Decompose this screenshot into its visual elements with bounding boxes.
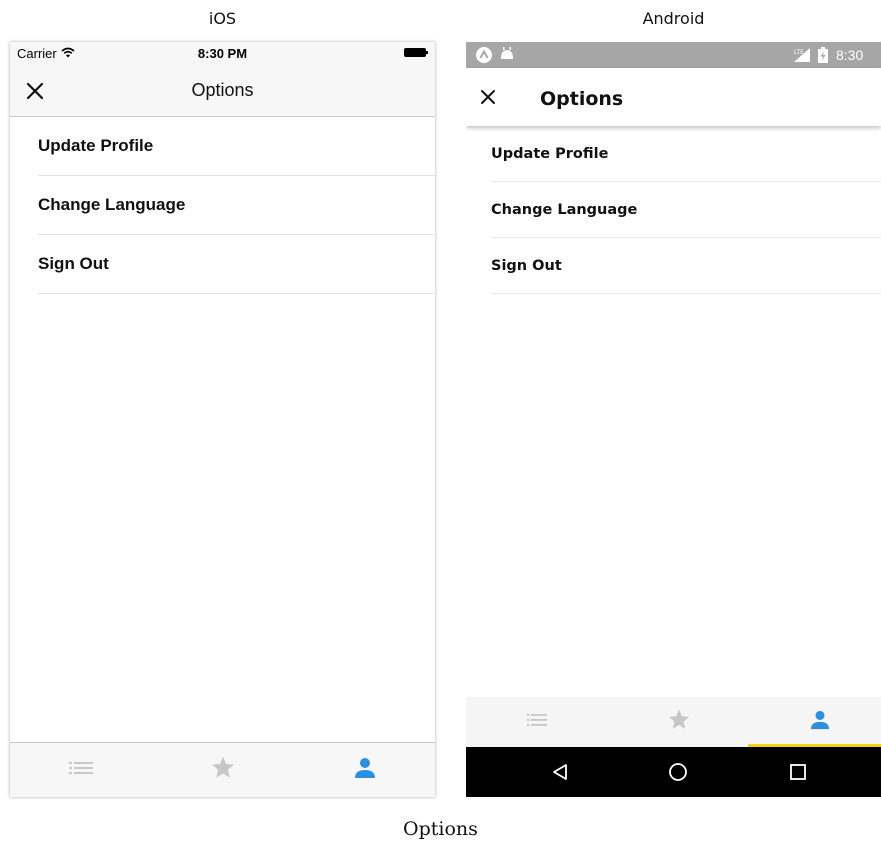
list-icon [527,713,547,732]
android-screen: LTE 8:30 Options Update Profile Change L… [466,42,881,797]
tab-profile[interactable] [294,743,435,797]
status-time: 8:30 [836,47,864,63]
list-icon [68,760,93,781]
ios-navigation-bar: Carrier 8:30 PM Options [10,42,435,117]
option-label: Update Profile [38,136,154,155]
person-icon [354,757,376,784]
android-app-bar: Options [466,68,881,126]
status-time: 8:30 PM [197,46,248,61]
options-list: Update Profile Change Language Sign Out [10,117,435,294]
ios-label: iOS [208,9,237,28]
option-sign-out[interactable]: Sign Out [491,238,881,294]
tab-profile[interactable] [751,697,881,747]
battery-charging-icon [818,47,828,68]
ios-screen: Carrier 8:30 PM Options Update Profile C… [10,42,435,797]
page-title: Options [540,88,624,110]
close-icon[interactable] [480,89,496,105]
android-debug-icon [500,47,514,66]
svg-text:LTE: LTE [794,49,804,56]
person-icon [810,710,830,735]
home-icon[interactable] [648,747,708,797]
page: iOS Android Carrier 8:30 PM Options Upda… [0,0,881,848]
android-label: Android [642,9,705,28]
app-notification-icon [476,47,492,68]
battery-icon [404,48,428,57]
tab-favorites[interactable] [152,743,293,797]
tab-list[interactable] [10,743,151,797]
option-label: Change Language [38,195,186,214]
android-status-bar: LTE 8:30 [466,42,881,68]
android-tab-bar [466,697,881,747]
option-label: Sign Out [491,258,562,274]
options-list: Update Profile Change Language Sign Out [466,126,881,294]
star-icon [210,755,236,785]
option-change-language[interactable]: Change Language [491,182,881,238]
option-change-language[interactable]: Change Language [38,176,435,235]
ios-tab-bar [10,742,435,797]
page-title: Options [191,80,254,100]
option-update-profile[interactable]: Update Profile [491,126,881,182]
star-icon [667,708,691,736]
android-navigation-bar [466,747,881,797]
ios-status-bar: Carrier 8:30 PM [10,42,435,64]
back-icon[interactable] [530,747,590,797]
option-label: Sign Out [38,254,109,273]
option-update-profile[interactable]: Update Profile [38,117,435,176]
option-label: Update Profile [491,146,609,162]
option-sign-out[interactable]: Sign Out [38,235,435,294]
recents-icon[interactable] [768,747,828,797]
figure-caption: Options [403,818,478,840]
signal-icon: LTE [794,48,810,67]
option-label: Change Language [491,202,638,218]
tab-favorites[interactable] [610,697,748,747]
tab-list[interactable] [468,697,606,747]
